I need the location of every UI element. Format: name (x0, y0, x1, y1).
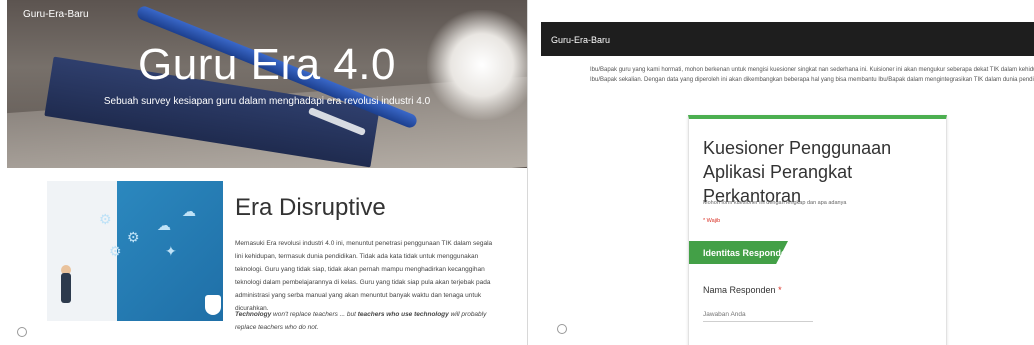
hero-banner: Guru-Era-Baru Guru Era 4.0 Sebuah survey… (7, 0, 527, 168)
required-note: * Wajib (703, 218, 721, 224)
name-input[interactable] (703, 307, 813, 322)
left-page: Guru-Era-Baru Guru Era 4.0 Sebuah survey… (0, 0, 528, 345)
gear-icon: ⚙ (109, 243, 122, 259)
network-icon: ⚙ (99, 211, 112, 227)
shield-icon (205, 295, 221, 315)
form-title: Kuesioner Penggunaan Aplikasi Perangkat … (703, 138, 892, 206)
name-field-label: Nama Responden * (703, 285, 782, 295)
section-title: Era Disruptive (235, 194, 386, 221)
section-header-label: Identitas Responden (703, 248, 792, 258)
site-brand[interactable]: Guru-Era-Baru (551, 35, 610, 45)
person-figure (61, 273, 71, 303)
cloud-icon: ☁ (157, 217, 171, 233)
intro-text: Ibu/Bapak guru yang kami hormati, mohon … (590, 67, 1034, 83)
circle-icon[interactable] (557, 324, 567, 334)
gear-icon: ⚙ (127, 229, 140, 245)
form-card: Kuesioner Penggunaan Aplikasi Perangkat … (688, 115, 947, 345)
top-navbar: Guru-Era-Baru (541, 22, 1034, 56)
cloud-icon: ☁ (182, 203, 196, 219)
right-page: Guru-Era-Baru Ibu/Bapak guru yang kami h… (541, 0, 1034, 345)
section-quote: Technology won't replace teachers ... bu… (235, 311, 487, 331)
bulb-icon: ✦ (165, 243, 177, 259)
hero-title: Guru Era 4.0 (138, 40, 396, 89)
section-body: Memasuki Era revolusi industri 4.0 ini, … (235, 240, 493, 312)
form-description: Mohon form kuesioner ini dengan lengkap … (703, 200, 847, 206)
hero-subtitle: Sebuah survey kesiapan guru dalam mengha… (103, 96, 431, 107)
site-brand[interactable]: Guru-Era-Baru (23, 9, 89, 20)
required-asterisk: * (778, 285, 782, 295)
circle-icon[interactable] (17, 327, 27, 337)
disruptive-illustration: ⚙ ⚙ ☁ ☁ ✦ ⚙ (47, 181, 223, 321)
